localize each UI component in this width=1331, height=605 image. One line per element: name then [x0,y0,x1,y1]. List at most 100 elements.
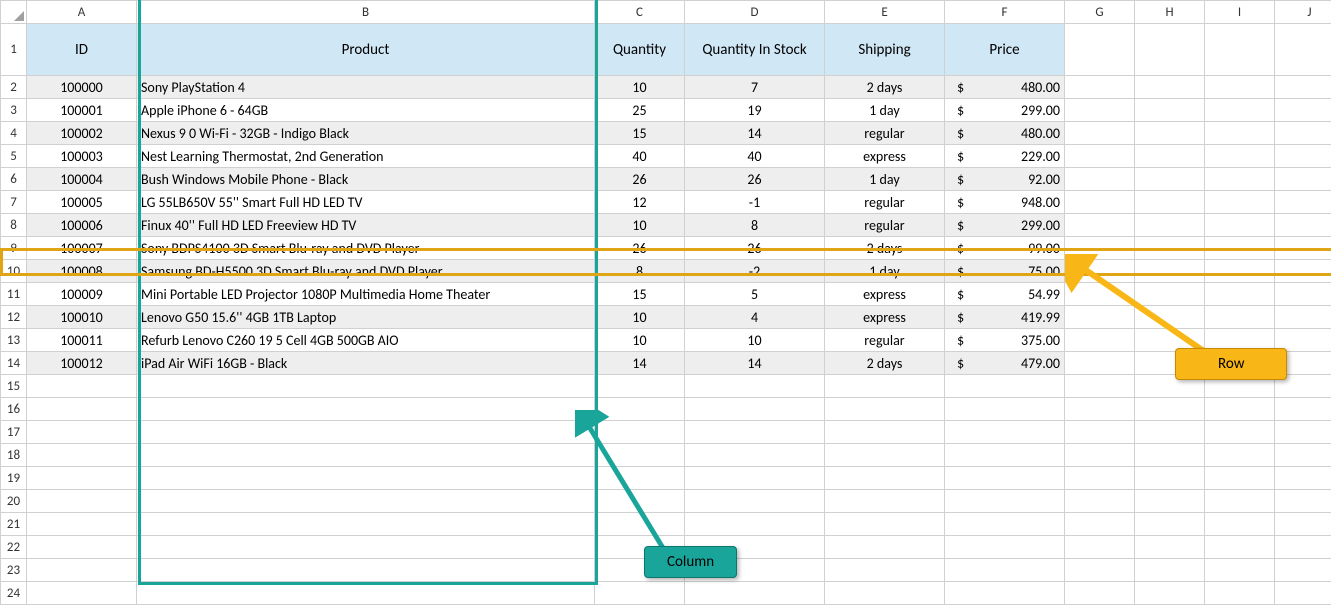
cell-quantity[interactable]: 25 [595,99,685,122]
cell-stock[interactable]: 10 [685,329,825,352]
empty-cell[interactable] [27,375,137,398]
cell-price[interactable]: $92.00 [945,168,1065,191]
cell-price[interactable]: $229.00 [945,145,1065,168]
row-header[interactable]: 8 [1,214,27,237]
empty-cell[interactable] [137,490,595,513]
empty-cell[interactable] [137,513,595,536]
empty-cell[interactable] [945,398,1065,421]
cell-shipping[interactable]: express [825,306,945,329]
cell-shipping[interactable]: 1 day [825,99,945,122]
cell-stock[interactable]: 14 [685,122,825,145]
empty-cell[interactable] [1275,421,1331,444]
cell-id[interactable]: 100011 [27,329,137,352]
cell-id[interactable]: 100009 [27,283,137,306]
empty-cell[interactable] [1065,76,1135,99]
row-header[interactable]: 20 [1,490,27,513]
empty-cell[interactable] [685,513,825,536]
empty-cell[interactable] [945,513,1065,536]
cell-price[interactable]: $299.00 [945,99,1065,122]
cell-id[interactable]: 100008 [27,260,137,283]
empty-cell[interactable] [1135,168,1205,191]
cell-quantity[interactable]: 10 [595,306,685,329]
empty-cell[interactable] [137,444,595,467]
cell-shipping[interactable]: 2 days [825,352,945,375]
spreadsheet-grid[interactable]: A B C D E F G H I J 1IDProductQuantityQu… [0,0,1331,605]
empty-cell[interactable] [1275,237,1331,260]
data-header-cell[interactable]: ID [27,24,137,76]
empty-cell[interactable] [1135,99,1205,122]
empty-cell[interactable] [1275,398,1331,421]
empty-cell[interactable] [825,421,945,444]
cell-price[interactable]: $479.00 [945,352,1065,375]
cell-shipping[interactable]: regular [825,122,945,145]
empty-cell[interactable] [1065,329,1135,352]
cell-quantity[interactable]: 10 [595,214,685,237]
cell-id[interactable]: 100004 [27,168,137,191]
empty-cell[interactable] [1135,306,1205,329]
empty-cell[interactable] [27,398,137,421]
empty-cell[interactable] [1065,513,1135,536]
empty-cell[interactable] [1065,24,1135,76]
empty-cell[interactable] [825,559,945,582]
empty-cell[interactable] [1065,536,1135,559]
cell-shipping[interactable]: 2 days [825,237,945,260]
empty-cell[interactable] [1275,444,1331,467]
empty-cell[interactable] [1205,24,1275,76]
row-header[interactable]: 23 [1,559,27,582]
empty-cell[interactable] [27,559,137,582]
empty-cell[interactable] [685,375,825,398]
cell-price[interactable]: $54.99 [945,283,1065,306]
empty-cell[interactable] [1065,191,1135,214]
cell-product[interactable]: Refurb Lenovo C260 19 5 Cell 4GB 500GB A… [137,329,595,352]
empty-cell[interactable] [1135,237,1205,260]
empty-cell[interactable] [685,582,825,605]
cell-product[interactable]: Samsung BD-H5500 3D Smart Blu-ray and DV… [137,260,595,283]
col-header-F[interactable]: F [945,1,1065,24]
row-header[interactable]: 3 [1,99,27,122]
empty-cell[interactable] [1205,168,1275,191]
empty-cell[interactable] [825,375,945,398]
row-header[interactable]: 24 [1,582,27,605]
col-header-G[interactable]: G [1065,1,1135,24]
empty-cell[interactable] [1275,76,1331,99]
empty-cell[interactable] [1135,191,1205,214]
empty-cell[interactable] [1065,145,1135,168]
cell-stock[interactable]: 26 [685,237,825,260]
empty-cell[interactable] [1275,582,1331,605]
cell-id[interactable]: 100000 [27,76,137,99]
col-header-I[interactable]: I [1205,1,1275,24]
cell-quantity[interactable]: 26 [595,237,685,260]
empty-cell[interactable] [1205,398,1275,421]
empty-cell[interactable] [1205,559,1275,582]
empty-cell[interactable] [27,536,137,559]
empty-cell[interactable] [1135,421,1205,444]
cell-product[interactable]: Mini Portable LED Projector 1080P Multim… [137,283,595,306]
empty-cell[interactable] [1065,352,1135,375]
cell-product[interactable]: Nest Learning Thermostat, 2nd Generation [137,145,595,168]
row-header[interactable]: 15 [1,375,27,398]
empty-cell[interactable] [1065,168,1135,191]
cell-quantity[interactable]: 12 [595,191,685,214]
empty-cell[interactable] [1275,214,1331,237]
empty-cell[interactable] [1205,191,1275,214]
cell-product[interactable]: Sony BDPS4100 3D Smart Blu-ray and DVD P… [137,237,595,260]
empty-cell[interactable] [825,582,945,605]
empty-cell[interactable] [1275,145,1331,168]
cell-shipping[interactable]: 1 day [825,260,945,283]
empty-cell[interactable] [595,513,685,536]
empty-cell[interactable] [595,582,685,605]
empty-cell[interactable] [1065,214,1135,237]
empty-cell[interactable] [1205,214,1275,237]
cell-product[interactable]: iPad Air WiFi 16GB - Black [137,352,595,375]
cell-quantity[interactable]: 14 [595,352,685,375]
empty-cell[interactable] [1205,260,1275,283]
empty-cell[interactable] [1065,375,1135,398]
empty-cell[interactable] [1065,283,1135,306]
empty-cell[interactable] [1205,145,1275,168]
cell-stock[interactable]: 8 [685,214,825,237]
empty-cell[interactable] [1135,444,1205,467]
cell-shipping[interactable]: regular [825,191,945,214]
empty-cell[interactable] [945,375,1065,398]
empty-cell[interactable] [1065,260,1135,283]
empty-cell[interactable] [1135,559,1205,582]
